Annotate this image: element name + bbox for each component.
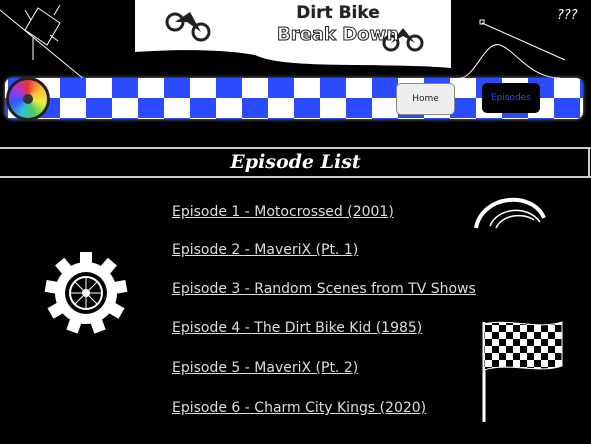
logo-title-line2: Break Down: [277, 24, 400, 46]
home-button[interactable]: Home: [396, 83, 455, 115]
logo-title-line1: Dirt Bike: [296, 3, 380, 23]
episode-link-2[interactable]: Episode 2 - MaveriX (Pt. 1): [172, 242, 358, 258]
episode-link-5[interactable]: Episode 5 - MaveriX (Pt. 2): [172, 360, 358, 376]
episode-link-6[interactable]: Episode 6 - Charm City Kings (2020): [172, 400, 426, 416]
checkered-flag-icon: [482, 321, 563, 422]
incline-line: [0, 9, 86, 81]
episode-link-4[interactable]: Episode 4 - The Dirt Bike Kid (1985): [172, 320, 422, 336]
gear-icon: [44, 252, 128, 334]
divider: [0, 176, 591, 178]
question-marks: ???: [557, 8, 578, 23]
speed-arcs-icon: [474, 197, 546, 229]
page-title: Episode List: [230, 151, 361, 173]
episode-link-3[interactable]: Episode 3 - Random Scenes from TV Shows: [172, 281, 476, 297]
curve-graph-icon: [459, 44, 561, 79]
site-logo: Dirt Bike Break Down: [135, 0, 451, 68]
wheel-logo-icon[interactable]: [6, 77, 50, 121]
episodes-button[interactable]: Episodes: [482, 83, 540, 113]
episode-link-1[interactable]: Episode 1 - Motocrossed (2001): [172, 204, 394, 220]
